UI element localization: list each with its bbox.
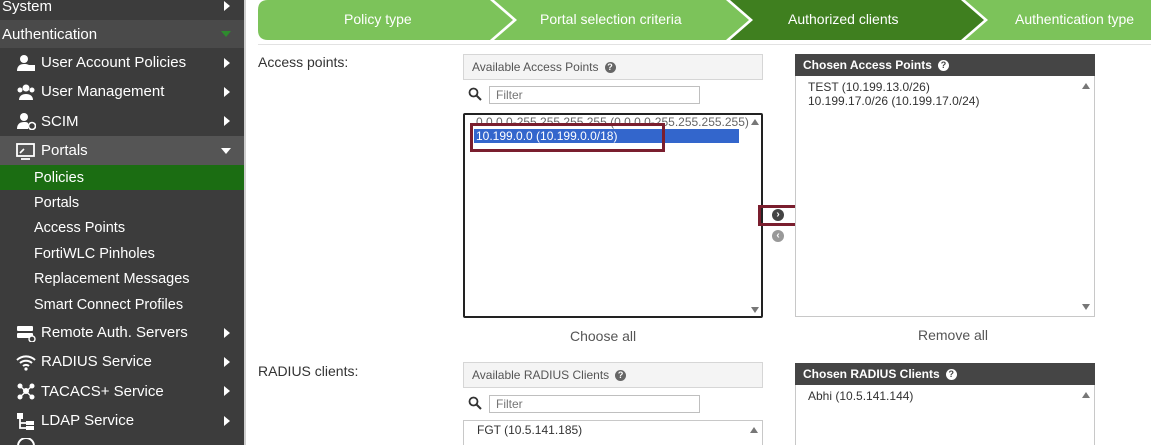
sidebar: System Authentication User Account Polic… xyxy=(0,0,244,447)
wizard-steps: Policy type Portal selection criteria Au… xyxy=(258,0,1151,40)
ldap-icon xyxy=(17,412,34,430)
sidebar-item-system[interactable]: System xyxy=(0,0,244,16)
search-icon xyxy=(468,87,482,101)
chosen-radius-clients-title: Chosen RADIUS Clients xyxy=(803,367,940,381)
chevron-right-icon xyxy=(224,415,230,426)
sidebar-item-label: SCIM xyxy=(41,112,79,130)
sidebar-item-user-account-policies[interactable]: User Account Policies xyxy=(0,48,244,77)
chosen-access-points-header: Chosen Access Points ? xyxy=(795,54,1095,76)
step-authorized-clients[interactable]: Authorized clients xyxy=(788,0,899,40)
sidebar-subitem-label: Smart Connect Profiles xyxy=(34,296,184,313)
sidebar-subitem-label: Policies xyxy=(34,169,84,186)
highlight-box xyxy=(470,123,665,152)
sidebar-subitem-smart-connect-profiles[interactable]: Smart Connect Profiles xyxy=(0,292,244,317)
radius-clients-label: RADIUS clients: xyxy=(258,363,359,379)
sidebar-item-label: Portals xyxy=(41,142,88,159)
chevron-right-icon xyxy=(224,57,230,68)
sidebar-item-scim[interactable]: SCIM xyxy=(0,106,244,136)
server-icon xyxy=(17,325,36,342)
list-item[interactable]: Abhi (10.5.141.144) xyxy=(808,389,913,403)
user-lock-icon xyxy=(17,54,35,71)
available-radius-clients-list[interactable]: FGT (10.5.141.185) xyxy=(463,420,763,445)
sidebar-item-user-management[interactable]: User Management xyxy=(0,77,244,106)
step-authentication-type[interactable]: Authentication type xyxy=(1015,0,1134,40)
chosen-radius-clients-header: Chosen RADIUS Clients ? xyxy=(795,363,1095,385)
chevron-right-icon xyxy=(224,356,230,367)
list-item[interactable]: 10.199.17.0/26 (10.199.17.0/24) xyxy=(808,94,979,108)
sidebar-subitem-label: Access Points xyxy=(34,219,126,236)
sidebar-subitem-label: Portals xyxy=(34,194,80,211)
sidebar-subitem-label: FortiWLC Pinholes xyxy=(34,245,155,262)
sidebar-subitem-access-points[interactable]: Access Points xyxy=(0,215,244,240)
chosen-access-points-title: Chosen Access Points xyxy=(803,58,932,72)
sidebar-subitem-policies[interactable]: Policies xyxy=(0,165,244,190)
search-icon xyxy=(468,396,482,410)
available-radius-clients-header: Available RADIUS Clients ? xyxy=(463,362,763,388)
chosen-access-points-list[interactable]: TEST (10.199.13.0/26) 10.199.17.0/26 (10… xyxy=(795,76,1095,317)
sidebar-item-radius-service[interactable]: RADIUS Service xyxy=(0,347,244,376)
network-icon xyxy=(17,383,35,400)
help-icon[interactable]: ? xyxy=(937,59,949,71)
chevron-right-icon xyxy=(224,386,230,396)
scroll-up-icon[interactable] xyxy=(1082,392,1090,398)
scroll-up-icon[interactable] xyxy=(1082,83,1090,89)
sidebar-item-label: Authentication xyxy=(2,25,98,43)
chevron-right-icon xyxy=(224,1,230,11)
sidebar-subitem-fortiwlc-pinholes[interactable]: FortiWLC Pinholes xyxy=(0,241,244,266)
chevron-right-icon xyxy=(224,327,230,338)
partial-icon xyxy=(17,438,35,447)
user-sync-icon xyxy=(17,113,36,130)
available-access-points-filter-input[interactable] xyxy=(489,86,700,104)
remove-all-button[interactable]: Remove all xyxy=(918,327,988,343)
scroll-down-icon[interactable] xyxy=(1082,304,1090,310)
step-policy-type[interactable]: Policy type xyxy=(344,0,412,40)
access-points-label: Access points: xyxy=(258,54,349,70)
sidebar-item-remote-auth-servers[interactable]: Remote Auth. Servers xyxy=(0,318,244,347)
help-icon[interactable]: ? xyxy=(945,368,957,380)
available-radius-clients-filter-input[interactable] xyxy=(489,395,700,413)
sidebar-item-portals[interactable]: Portals xyxy=(0,136,244,165)
list-item[interactable]: FGT (10.5.141.185) xyxy=(477,423,582,437)
chosen-radius-clients-list[interactable]: Abhi (10.5.141.144) xyxy=(795,385,1095,445)
users-icon xyxy=(17,84,35,100)
sidebar-subitem-replacement-messages[interactable]: Replacement Messages xyxy=(0,266,244,291)
chevron-down-icon xyxy=(221,31,231,37)
help-icon[interactable]: ? xyxy=(615,369,627,381)
arrow-left-icon[interactable]: ‹ xyxy=(772,230,784,242)
divider xyxy=(258,44,1151,45)
portal-icon xyxy=(16,142,35,160)
available-access-points-title: Available Access Points xyxy=(472,60,599,74)
wifi-icon xyxy=(16,354,36,371)
sidebar-subitem-label: Replacement Messages xyxy=(34,270,190,287)
sidebar-item-label: System xyxy=(2,0,53,15)
list-item[interactable]: TEST (10.199.13.0/26) xyxy=(808,80,930,94)
scroll-down-icon[interactable] xyxy=(751,307,759,313)
scroll-up-icon[interactable] xyxy=(751,119,759,125)
available-radius-clients-title: Available RADIUS Clients xyxy=(472,368,610,382)
sidebar-edge xyxy=(244,0,246,445)
available-access-points-header: Available Access Points ? xyxy=(463,54,763,80)
sidebar-item-tacacs-service[interactable]: TACACS+ Service xyxy=(0,376,244,406)
sidebar-subitem-portals[interactable]: Portals xyxy=(0,190,244,215)
chevron-down-icon xyxy=(221,147,231,154)
sidebar-item-authentication[interactable]: Authentication xyxy=(0,20,244,48)
choose-all-button[interactable]: Choose all xyxy=(570,328,636,344)
chevron-right-icon xyxy=(224,86,230,97)
sidebar-item-ldap-service[interactable]: LDAP Service xyxy=(0,406,244,435)
help-icon[interactable]: ? xyxy=(604,61,616,73)
chevron-right-icon xyxy=(224,116,230,126)
step-portal-selection-criteria[interactable]: Portal selection criteria xyxy=(540,0,682,40)
scroll-up-icon[interactable] xyxy=(750,427,758,433)
